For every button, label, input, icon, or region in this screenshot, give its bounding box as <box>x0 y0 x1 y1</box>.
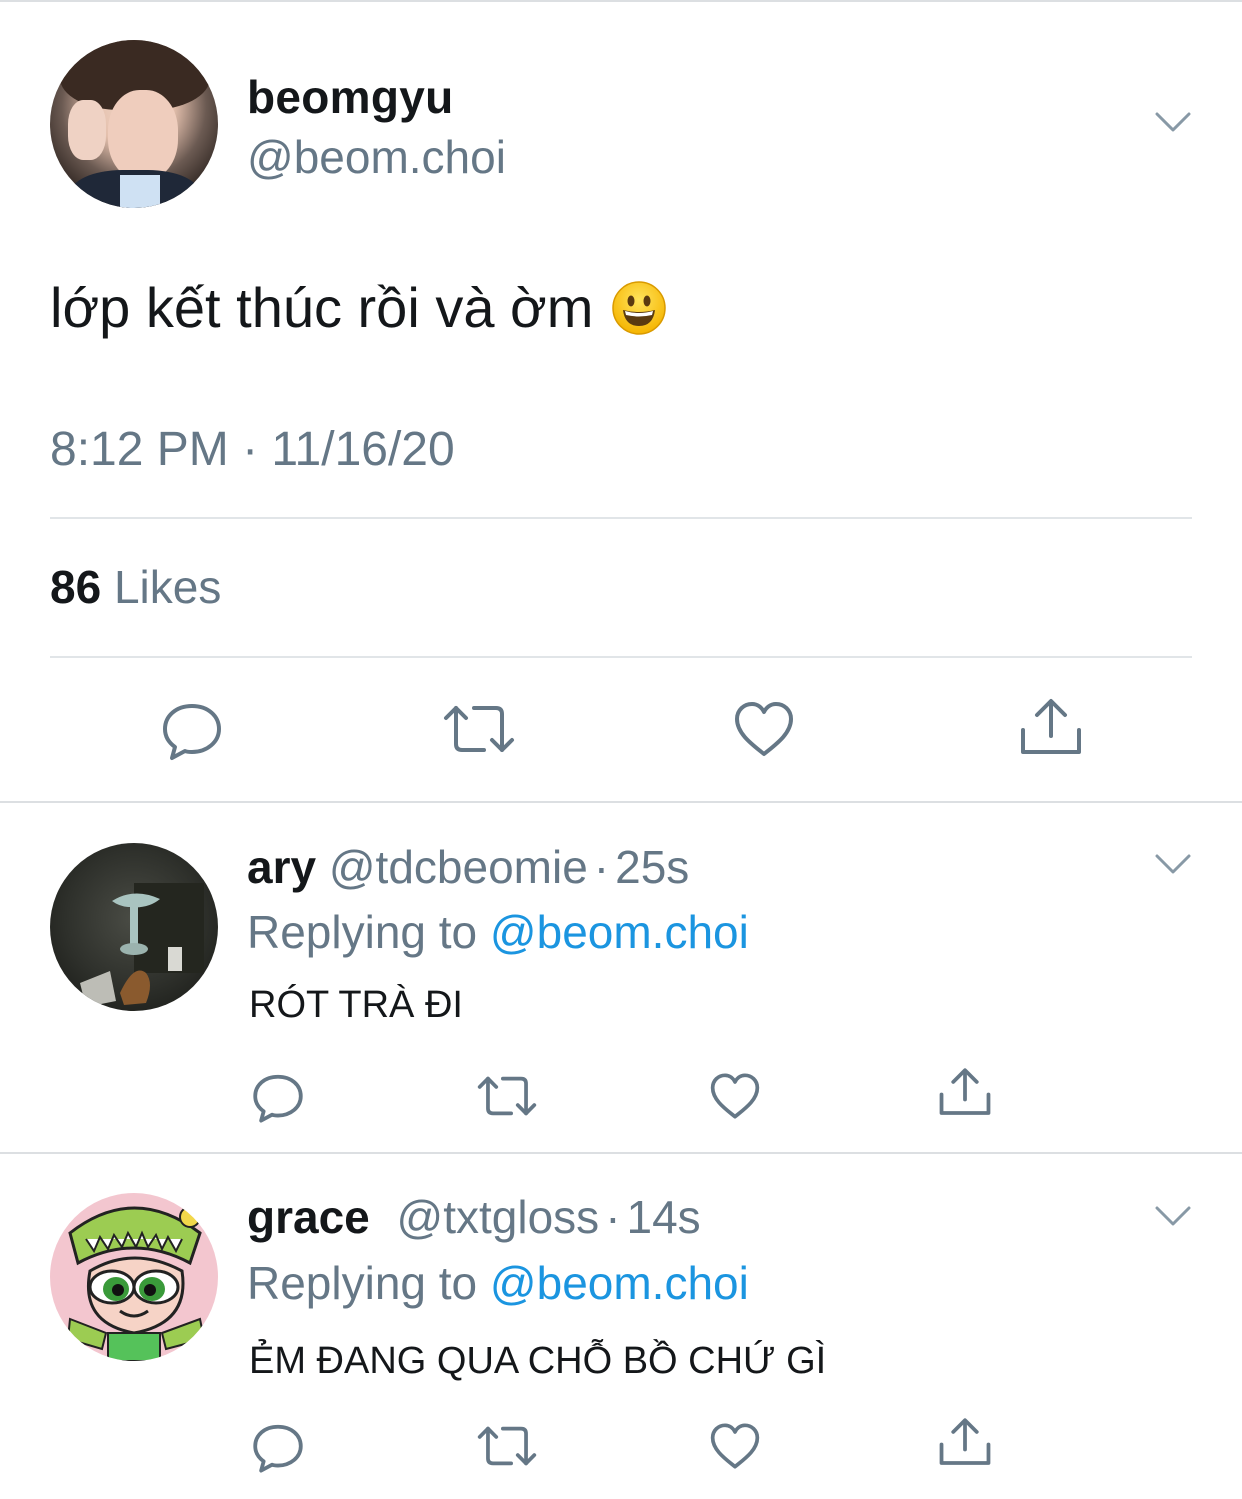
replying-to-mention[interactable]: @beom.choi <box>490 906 749 958</box>
replying-to-line: Replying to @beom.choi <box>247 905 749 959</box>
like-icon[interactable] <box>733 700 795 758</box>
replying-to-label: Replying to <box>247 1257 478 1309</box>
reply-header: ary @tdcbeomie · 25s <box>247 840 689 894</box>
like-icon[interactable] <box>709 1072 761 1120</box>
reply-icon[interactable] <box>160 698 224 762</box>
reply-handle[interactable]: @txtgloss <box>397 1191 600 1243</box>
avatar[interactable] <box>50 1193 218 1361</box>
reply-age[interactable]: 25s <box>615 841 689 893</box>
likes-label: Likes <box>113 561 222 613</box>
likes-summary[interactable]: 86 Likes <box>50 560 221 614</box>
retweet-icon[interactable] <box>476 1422 538 1470</box>
grinning-face-emoji-icon <box>612 280 667 335</box>
separator-dot: · <box>605 1191 621 1243</box>
tweet-text-content: lớp kết thúc rồi và ờm <box>50 276 594 339</box>
chevron-down-icon[interactable] <box>1155 854 1191 874</box>
avatar-image <box>66 1206 206 1361</box>
main-tweet: beomgyu @beom.choi lớp kết thúc rồi và ờ… <box>0 0 1242 802</box>
reply-icon[interactable] <box>251 1070 305 1124</box>
share-icon[interactable] <box>1018 696 1084 758</box>
reply-handle[interactable]: @tdcbeomie <box>329 841 588 893</box>
replying-to-mention[interactable]: @beom.choi <box>490 1257 749 1309</box>
reply-text: RÓT TRÀ ĐI <box>249 984 463 1026</box>
reply-icon[interactable] <box>251 1420 305 1474</box>
like-icon[interactable] <box>709 1422 761 1470</box>
divider <box>0 1152 1242 1154</box>
share-icon[interactable] <box>937 1416 993 1468</box>
reply-display-name[interactable]: ary <box>247 841 316 893</box>
share-icon[interactable] <box>937 1066 993 1118</box>
divider <box>50 517 1192 519</box>
separator-dot: · <box>593 841 610 893</box>
likes-count: 86 <box>50 561 102 613</box>
retweet-icon[interactable] <box>476 1072 538 1120</box>
tweet-timestamp[interactable]: 8:12 PM · 11/16/20 <box>50 422 455 477</box>
chevron-down-icon[interactable] <box>1155 112 1191 132</box>
avatar[interactable] <box>50 40 218 208</box>
replying-to-line: Replying to @beom.choi <box>247 1256 749 1310</box>
tweet-text: lớp kết thúc rồi và ờm <box>50 275 667 340</box>
avatar[interactable] <box>50 843 218 1011</box>
author-handle[interactable]: @beom.choi <box>247 130 506 184</box>
reply-header: grace @txtgloss · 14s <box>247 1190 701 1244</box>
chevron-down-icon[interactable] <box>1155 1206 1191 1226</box>
author-display-name[interactable]: beomgyu <box>247 70 454 124</box>
divider <box>0 801 1242 803</box>
reply-text: ẺM ĐANG QUA CHỖ BỒ CHỨ GÌ <box>249 1340 827 1382</box>
avatar-image <box>80 883 204 1007</box>
divider <box>50 656 1192 658</box>
reply-display-name[interactable]: grace <box>247 1191 370 1243</box>
reply-age[interactable]: 14s <box>627 1191 701 1243</box>
retweet-icon[interactable] <box>442 700 516 758</box>
replying-to-label: Replying to <box>247 906 478 958</box>
